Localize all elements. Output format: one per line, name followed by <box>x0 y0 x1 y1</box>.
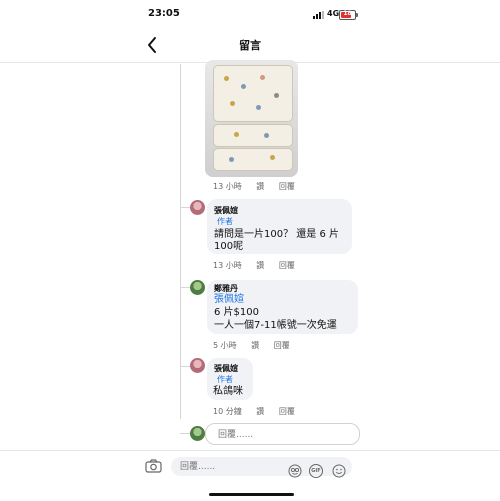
comment-time: 13 小時 <box>213 182 242 191</box>
avatar-sticker-icon[interactable] <box>288 464 302 478</box>
comment-bubble: 張佩媗 作者 私鴿咪 <box>207 358 253 400</box>
like-button[interactable]: 讚 <box>256 181 264 192</box>
photo-comment-meta: 13 小時 讚 回覆 <box>213 181 307 192</box>
bumper-pad <box>213 65 293 122</box>
avatar <box>190 426 205 441</box>
comment-photo[interactable] <box>205 60 298 177</box>
reply-button[interactable]: 回覆 <box>279 181 295 192</box>
print-dot <box>229 157 234 162</box>
comment-meta: 10 分鐘 讚 回覆 <box>213 406 307 417</box>
comment-bubble: 張佩媗 作者 請問是一片100？ 還是 6 片 100呢 <box>207 199 352 254</box>
comment-bubble: 鄭雅丹 張佩媗 6 片$100 一人一個7-11帳號一次免運 <box>207 280 358 334</box>
status-bar: 23:05 4G 18 <box>0 0 500 30</box>
comment-text-line: 一人一個7-11帳號一次免運 <box>214 320 337 331</box>
like-button[interactable]: 讚 <box>256 406 264 417</box>
comment-author[interactable]: 張佩媗 <box>214 205 238 216</box>
comment-meta: 5 小時 讚 回覆 <box>213 340 302 351</box>
author-badge: 作者 <box>217 375 233 384</box>
print-dot <box>260 75 265 80</box>
bumper-pad <box>213 148 293 171</box>
print-dot <box>274 93 279 98</box>
page-title: 留言 <box>239 39 261 52</box>
comment-time: 13 小時 <box>213 261 242 270</box>
chevron-left-icon[interactable] <box>145 35 159 55</box>
gif-icon[interactable]: GIF <box>309 464 323 478</box>
battery-tip <box>356 13 358 17</box>
battery-icon: 18 <box>339 10 358 20</box>
comment-text-line: 請問是一片100？ 還是 6 片 <box>214 229 339 240</box>
avatar[interactable] <box>190 358 205 373</box>
comment-author[interactable]: 張佩媗 <box>214 363 238 374</box>
header: 留言 <box>0 30 500 63</box>
print-dot <box>234 132 239 137</box>
print-dot <box>241 84 246 89</box>
camera-icon[interactable] <box>145 459 162 473</box>
emoji-icon[interactable] <box>332 464 346 478</box>
reply-button[interactable]: 回覆 <box>274 340 290 351</box>
print-dot <box>264 133 269 138</box>
print-dot <box>270 155 275 160</box>
status-time: 23:05 <box>148 8 180 19</box>
reply-box[interactable] <box>205 423 360 445</box>
comment-meta: 13 小時 讚 回覆 <box>213 260 307 271</box>
reply-button[interactable]: 回覆 <box>279 260 295 271</box>
network-label: 4G <box>327 9 340 18</box>
avatar[interactable] <box>190 200 205 215</box>
comment-time: 5 小時 <box>213 341 237 350</box>
signal-icon <box>313 11 325 19</box>
bumper-pad <box>213 124 293 147</box>
mention-link[interactable]: 張佩媗 <box>214 294 244 306</box>
avatar[interactable] <box>190 280 205 295</box>
bottom-reply-input[interactable] <box>178 460 282 474</box>
print-dot <box>230 101 235 106</box>
comment-text-line: 私鴿咪 <box>213 386 243 397</box>
comment-text-line: 100呢 <box>214 241 244 252</box>
comment-text-line: 6 片$100 <box>214 307 259 318</box>
bottom-reply-box[interactable]: GIF <box>171 457 352 478</box>
comment-time: 10 分鐘 <box>213 407 242 416</box>
reply-button[interactable]: 回覆 <box>279 406 295 417</box>
print-dot <box>256 105 261 110</box>
author-badge: 作者 <box>217 217 233 226</box>
home-indicator[interactable] <box>209 493 294 496</box>
comment-author[interactable]: 鄭雅丹 <box>214 283 238 294</box>
reply-input[interactable] <box>216 428 350 442</box>
print-dot <box>224 76 229 81</box>
like-button[interactable]: 讚 <box>256 260 264 271</box>
battery-percent: 18 <box>343 10 352 17</box>
like-button[interactable]: 讚 <box>251 340 259 351</box>
